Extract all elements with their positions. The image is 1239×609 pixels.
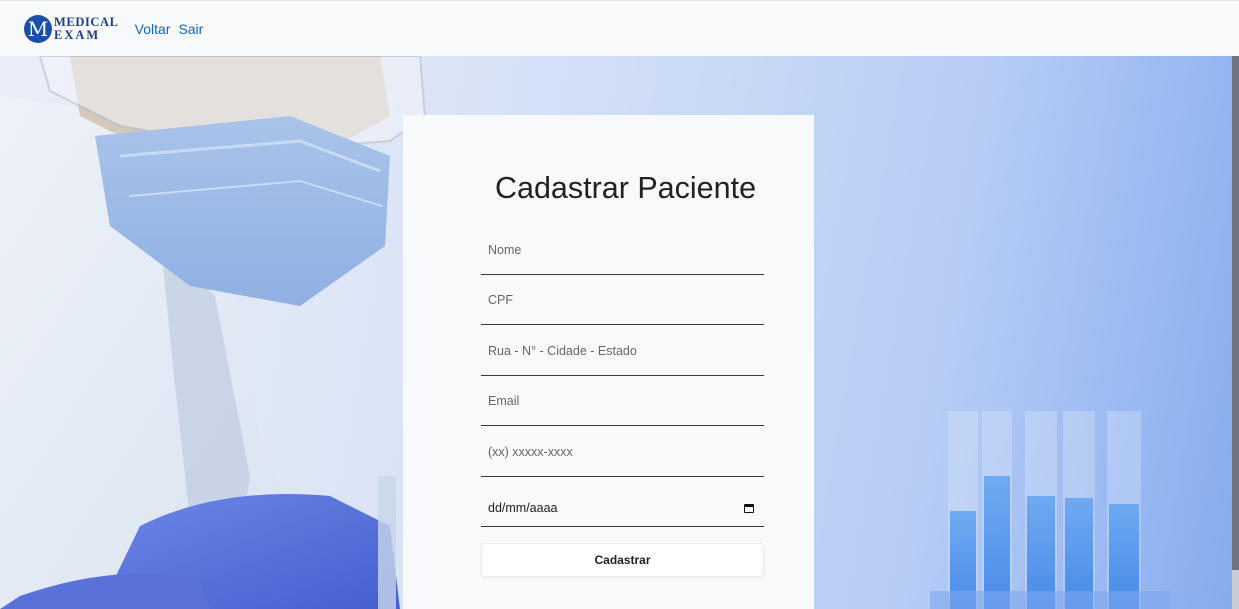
cpf-input[interactable] bbox=[481, 286, 764, 324]
email-input[interactable] bbox=[481, 387, 764, 425]
scrollbar-thumb[interactable] bbox=[1232, 570, 1239, 609]
phone-input[interactable] bbox=[481, 437, 764, 476]
name-input[interactable] bbox=[481, 235, 764, 274]
logo-text: MEDICAL EXAM bbox=[54, 14, 119, 42]
register-button[interactable]: Cadastrar bbox=[481, 543, 764, 577]
email-field bbox=[481, 376, 764, 426]
logo-circle-icon: M bbox=[24, 14, 52, 43]
name-field bbox=[481, 224, 764, 275]
phone-field bbox=[481, 426, 764, 477]
scrollbar-track[interactable] bbox=[1232, 56, 1239, 609]
logo-line-2: EXAM bbox=[54, 27, 101, 42]
logo[interactable]: M MEDICAL EXAM bbox=[24, 14, 119, 43]
nav-link-voltar[interactable]: Voltar bbox=[135, 21, 171, 37]
birthdate-field[interactable]: dd/mm/aaaa bbox=[481, 477, 764, 527]
cpf-field bbox=[481, 275, 764, 325]
page-title: Cadastrar Paciente bbox=[494, 171, 757, 205]
navbar: M MEDICAL EXAM Voltar Sair bbox=[0, 0, 1239, 56]
logo-line-1: MEDICAL bbox=[54, 14, 119, 29]
register-patient-card: Cadastrar Paciente dd/mm/aaaa Cadastrar bbox=[403, 115, 814, 609]
page: M MEDICAL EXAM Voltar Sair Cadastrar Pac… bbox=[0, 0, 1239, 609]
calendar-icon[interactable] bbox=[744, 504, 754, 513]
address-field bbox=[481, 325, 764, 376]
nav-link-sair[interactable]: Sair bbox=[178, 21, 203, 37]
birthdate-input[interactable]: dd/mm/aaaa bbox=[488, 501, 557, 515]
address-input[interactable] bbox=[481, 336, 764, 375]
